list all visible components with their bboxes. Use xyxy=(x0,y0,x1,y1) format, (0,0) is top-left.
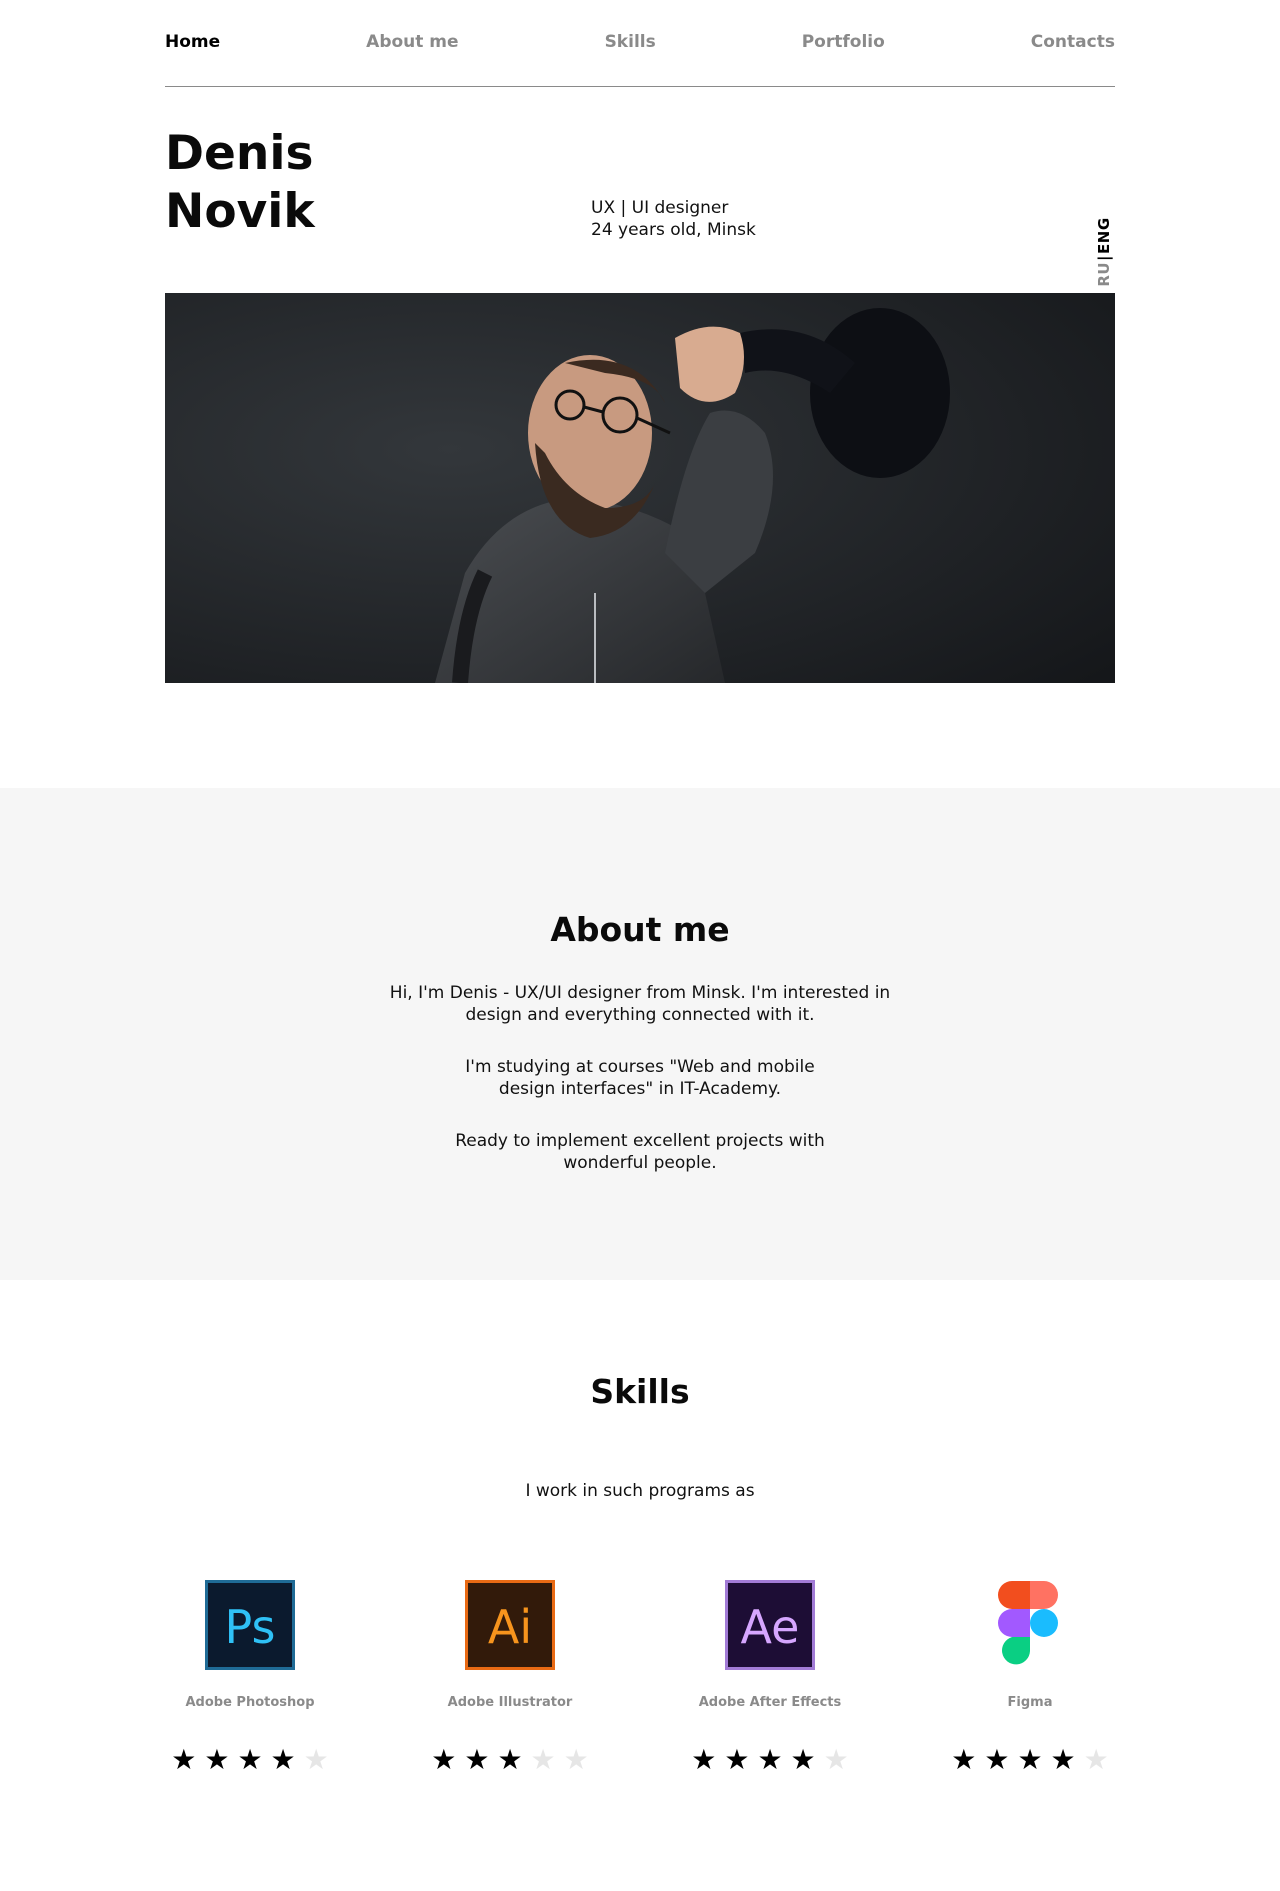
role-text: UX | UI designer xyxy=(591,198,729,218)
star-filled-icon: ★ xyxy=(1017,1743,1043,1776)
lang-eng-link[interactable]: ENG xyxy=(1095,217,1113,254)
nav-portfolio[interactable]: Portfolio xyxy=(802,32,885,52)
star-filled-icon: ★ xyxy=(270,1743,296,1776)
hero-header: Denis Novik UX | UI designer 24 years ol… xyxy=(165,87,1115,293)
star-empty-icon: ★ xyxy=(303,1743,329,1776)
profile-meta: UX | UI designer 24 years old, Minsk xyxy=(591,197,756,241)
svg-text:Ae: Ae xyxy=(741,1600,800,1654)
nav-home[interactable]: Home xyxy=(165,32,220,52)
about-paragraph-3: Ready to implement excellent projects wi… xyxy=(455,1131,825,1173)
star-filled-icon: ★ xyxy=(464,1743,490,1776)
skill-card-illustrator: Ai Adobe Illustrator ★ ★ ★ ★ ★ xyxy=(425,1579,595,1774)
hero-photo xyxy=(165,293,1115,683)
rating-stars: ★ ★ ★ ★ ★ xyxy=(165,1746,335,1774)
star-filled-icon: ★ xyxy=(691,1743,717,1776)
star-filled-icon: ★ xyxy=(951,1743,977,1776)
star-filled-icon: ★ xyxy=(497,1743,523,1776)
star-filled-icon: ★ xyxy=(171,1743,197,1776)
star-filled-icon: ★ xyxy=(237,1743,263,1776)
skill-name: Adobe Illustrator xyxy=(447,1695,573,1710)
illustrator-icon: Ai xyxy=(465,1580,555,1670)
age-city-text: 24 years old, Minsk xyxy=(591,220,756,240)
skill-name: Adobe Photoshop xyxy=(185,1695,315,1710)
star-filled-icon: ★ xyxy=(1050,1743,1076,1776)
skills-section: Skills I work in such programs as Ps Ado… xyxy=(165,1280,1115,1774)
star-filled-icon: ★ xyxy=(757,1743,783,1776)
about-paragraph-1: Hi, I'm Denis - UX/UI designer from Mins… xyxy=(389,983,891,1025)
star-empty-icon: ★ xyxy=(530,1743,556,1776)
about-section: About me Hi, I'm Denis - UX/UI designer … xyxy=(0,788,1280,1280)
figma-icon xyxy=(998,1581,1058,1665)
lang-separator: | xyxy=(1095,254,1113,261)
portrait-image xyxy=(165,293,1115,683)
skills-title: Skills xyxy=(590,1372,690,1411)
star-empty-icon: ★ xyxy=(823,1743,849,1776)
rating-stars: ★ ★ ★ ★ ★ xyxy=(685,1746,855,1774)
star-filled-icon: ★ xyxy=(984,1743,1010,1776)
svg-text:Ps: Ps xyxy=(225,1600,276,1654)
last-name: Novik xyxy=(165,184,315,239)
svg-text:Ai: Ai xyxy=(488,1600,532,1654)
skills-grid: Ps Adobe Photoshop ★ ★ ★ ★ ★ Ai Adobe Illust… xyxy=(165,1579,1115,1774)
nav-skills[interactable]: Skills xyxy=(605,32,656,52)
first-name: Denis xyxy=(165,126,314,181)
star-filled-icon: ★ xyxy=(204,1743,230,1776)
nav-contacts[interactable]: Contacts xyxy=(1031,32,1115,52)
page-title: Denis Novik xyxy=(165,125,315,241)
skill-card-figma: Figma ★ ★ ★ ★ ★ xyxy=(945,1579,1115,1774)
after-effects-icon: Ae xyxy=(725,1580,815,1670)
star-filled-icon: ★ xyxy=(724,1743,750,1776)
skill-name: Figma xyxy=(1007,1695,1053,1710)
star-filled-icon: ★ xyxy=(790,1743,816,1776)
star-empty-icon: ★ xyxy=(1083,1743,1109,1776)
skill-card-photoshop: Ps Adobe Photoshop ★ ★ ★ ★ ★ xyxy=(165,1579,335,1774)
star-filled-icon: ★ xyxy=(431,1743,457,1776)
main-nav: Home About me Skills Portfolio Contacts xyxy=(165,0,1115,87)
rating-stars: ★ ★ ★ ★ ★ xyxy=(425,1746,595,1774)
about-title: About me xyxy=(550,910,730,949)
skills-intro: I work in such programs as xyxy=(525,1481,755,1501)
photoshop-icon: Ps xyxy=(205,1580,295,1670)
star-empty-icon: ★ xyxy=(563,1743,589,1776)
about-paragraph-2: I'm studying at courses "Web and mobile … xyxy=(465,1057,815,1099)
nav-about-me[interactable]: About me xyxy=(366,32,458,52)
skill-card-after-effects: Ae Adobe After Effects ★ ★ ★ ★ ★ xyxy=(685,1579,855,1774)
lang-ru-link[interactable]: RU xyxy=(1095,262,1113,287)
rating-stars: ★ ★ ★ ★ ★ xyxy=(945,1746,1115,1774)
skill-name: Adobe After Effects xyxy=(698,1695,842,1710)
